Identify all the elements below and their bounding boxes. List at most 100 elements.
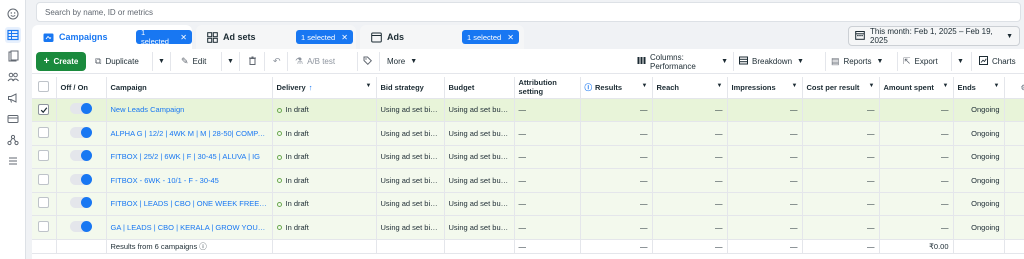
tag-button[interactable] xyxy=(358,52,380,71)
table-row[interactable]: FITBOX | LEADS | CBO | ONE WEEK FREE TRA… xyxy=(32,192,1024,216)
row-select-cell[interactable] xyxy=(32,168,57,193)
connections-icon[interactable] xyxy=(5,132,21,148)
col-cost-per-result[interactable]: Cost per result ▼ xyxy=(802,77,880,99)
row-checkbox[interactable] xyxy=(38,104,49,115)
smiley-icon[interactable] xyxy=(5,6,21,22)
campaign-on-off-toggle[interactable] xyxy=(70,103,92,115)
edit-button[interactable]: ✎ Edit xyxy=(176,52,222,71)
duplicate-button[interactable]: ⧉ Duplicate xyxy=(90,52,153,71)
row-toggle-cell[interactable] xyxy=(56,145,107,169)
campaigns-selected-pill[interactable]: 1 selected ✕ xyxy=(136,28,192,46)
results-cell: — xyxy=(580,215,653,240)
ads-selected-pill[interactable]: 1 selected ✕ xyxy=(462,30,519,44)
ads-manager: Campaigns 1 selected ✕ Ad sets 1 selecte… xyxy=(0,0,1024,259)
delete-button[interactable] xyxy=(243,52,265,71)
campaign-name[interactable]: FITBOX | LEADS | CBO | ONE WEEK FREE TRA… xyxy=(106,192,273,216)
row-checkbox[interactable] xyxy=(38,173,49,185)
bid-strategy-cell: Using ad set bid ... xyxy=(376,145,445,169)
table-header: Off / On Campaign Delivery ↑ ▼ Bid strateg… xyxy=(32,77,1024,99)
col-reach[interactable]: Reach ▼ xyxy=(652,77,728,99)
search-input[interactable] xyxy=(45,7,645,17)
col-off-on[interactable]: Off / On xyxy=(56,77,107,99)
attribution-cell: — xyxy=(514,215,581,240)
menu-icon[interactable] xyxy=(5,153,21,169)
table-row[interactable]: New Leads Campaign In draft Using ad set b… xyxy=(32,98,1024,122)
row-select-cell[interactable] xyxy=(32,98,57,122)
pages-icon[interactable] xyxy=(5,48,21,64)
row-checkbox[interactable] xyxy=(38,197,49,209)
col-budget[interactable]: Budget xyxy=(444,77,515,99)
col-bid-strategy[interactable]: Bid strategy xyxy=(376,77,445,99)
row-toggle-cell[interactable] xyxy=(56,121,107,146)
info-icon[interactable]: ⓘ xyxy=(585,83,593,92)
clear-selection-icon[interactable]: ✕ xyxy=(507,33,514,42)
tab-campaigns[interactable]: Campaigns 1 selected ✕ xyxy=(32,25,192,49)
campaigns-table-icon[interactable] xyxy=(5,27,21,43)
totals-amount-spent: ₹0.00 xyxy=(879,239,954,254)
create-button[interactable]: + Create xyxy=(36,52,86,71)
charts-button[interactable]: Charts xyxy=(974,52,1022,71)
campaign-on-off-toggle[interactable] xyxy=(70,197,92,209)
campaign-name[interactable]: FITBOX | 25/2 | 6WK | F | 30-45 | ALUVA … xyxy=(106,145,273,169)
row-checkbox[interactable] xyxy=(38,126,49,138)
tab-ad-sets[interactable]: Ad sets 1 selected ✕ xyxy=(196,25,356,49)
col-ends[interactable]: Ends ▼ xyxy=(953,77,1005,99)
checkmark-icon xyxy=(40,106,47,113)
audience-icon[interactable] xyxy=(5,69,21,85)
reports-button[interactable]: ▤ Reports ▼ xyxy=(826,52,898,71)
edit-dropdown-button[interactable]: ▼ xyxy=(222,52,240,71)
campaign-on-off-toggle[interactable] xyxy=(70,150,92,162)
row-select-cell[interactable] xyxy=(32,215,57,240)
col-impressions[interactable]: Impressions ▼ xyxy=(727,77,803,99)
row-toggle-cell[interactable] xyxy=(56,215,107,240)
megaphone-icon[interactable] xyxy=(5,90,21,106)
columns-button[interactable]: Columns: Performance ▼ xyxy=(632,52,734,71)
campaign-on-off-toggle[interactable] xyxy=(70,220,92,232)
col-delivery[interactable]: Delivery ↑ ▼ xyxy=(272,77,377,99)
campaign-name[interactable]: GA | LEADS | CBO | KERALA | GROW YOUR GY… xyxy=(106,215,273,240)
row-toggle-cell[interactable] xyxy=(56,168,107,193)
date-range-picker[interactable]: This month: Feb 1, 2025 – Feb 19, 2025 ▼ xyxy=(848,26,1020,46)
more-button[interactable]: More ▼ xyxy=(382,52,432,71)
chart-icon xyxy=(979,56,988,67)
delivery-status: In draft xyxy=(285,105,309,115)
undo-button[interactable]: ↶ xyxy=(268,52,288,71)
select-all-checkbox[interactable] xyxy=(38,80,49,92)
table-row[interactable]: FITBOX | 25/2 | 6WK | F | 30-45 | ALUVA … xyxy=(32,145,1024,169)
row-select-cell[interactable] xyxy=(32,121,57,146)
info-icon[interactable]: ⓘ xyxy=(199,242,207,251)
table-row[interactable]: ALPHA G | 12/2 | 4WK M | M | 28-50| COMP… xyxy=(32,121,1024,146)
ad-sets-selected-pill[interactable]: 1 selected ✕ xyxy=(296,30,353,44)
row-checkbox[interactable] xyxy=(38,150,49,162)
tab-ads[interactable]: Ads 1 selected ✕ xyxy=(360,25,524,49)
row-toggle-cell[interactable] xyxy=(56,192,107,216)
export-button[interactable]: ⇱ Export xyxy=(898,52,952,71)
search-bar[interactable] xyxy=(36,2,1021,22)
billing-card-icon[interactable] xyxy=(5,111,21,127)
ab-test-button[interactable]: ⚗ A/B test xyxy=(290,52,358,71)
row-select-cell[interactable] xyxy=(32,145,57,169)
campaign-name[interactable]: New Leads Campaign xyxy=(106,98,273,122)
campaign-name[interactable]: FITBOX - 6WK - 10/1 - F - 30-45 xyxy=(106,168,273,193)
table-row[interactable]: FITBOX - 6WK - 10/1 - F - 30-45 In draft U… xyxy=(32,168,1024,193)
col-amount-spent[interactable]: Amount spent ▼ xyxy=(879,77,954,99)
row-checkbox[interactable] xyxy=(38,220,49,232)
campaign-on-off-toggle[interactable] xyxy=(70,173,92,185)
duplicate-dropdown-button[interactable]: ▼ xyxy=(153,52,171,71)
campaign-name[interactable]: ALPHA G | 12/2 | 4WK M | M | 28-50| COMP… xyxy=(106,121,273,146)
col-campaign[interactable]: Campaign xyxy=(106,77,273,99)
col-results[interactable]: ⓘ Results ▼ xyxy=(580,77,653,99)
chevron-down-icon: ▼ xyxy=(797,58,804,65)
table-row[interactable]: GA | LEADS | CBO | KERALA | GROW YOUR GY… xyxy=(32,215,1024,240)
select-all-cell[interactable] xyxy=(32,77,57,99)
clear-selection-icon[interactable]: ✕ xyxy=(341,33,348,42)
plus-icon: + xyxy=(43,56,50,67)
breakdown-button[interactable]: Breakdown ▼ xyxy=(734,52,826,71)
campaign-on-off-toggle[interactable] xyxy=(70,126,92,138)
row-toggle-cell[interactable] xyxy=(56,98,107,122)
clear-selection-icon[interactable]: ✕ xyxy=(180,33,187,42)
export-dropdown-button[interactable]: ▼ xyxy=(952,52,972,71)
column-settings-gear-icon[interactable]: ⚙ xyxy=(1004,77,1024,99)
row-select-cell[interactable] xyxy=(32,192,57,216)
col-attribution[interactable]: Attribution setting xyxy=(514,77,581,99)
